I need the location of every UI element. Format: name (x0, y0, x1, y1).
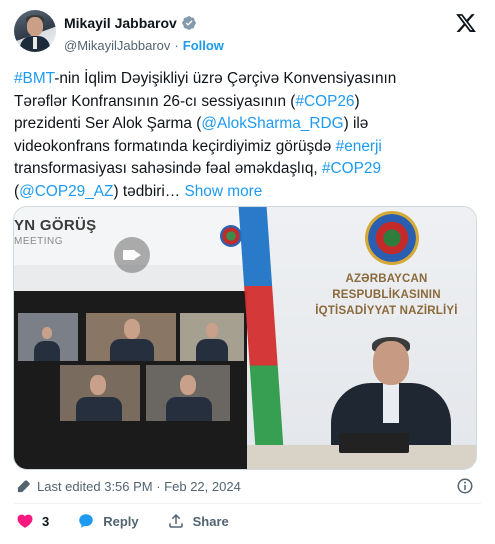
tweet-text-line: #BMT-nin İqlim Dəyişikliyi üzrə Çərçivə … (14, 68, 484, 91)
tweet-text-segment: transformasiyası sahəsində fəal əməkdaşl… (14, 160, 322, 178)
share-label: Share (192, 513, 229, 529)
tweet-text-segment: ) ilə (343, 115, 369, 133)
action-bar: 3 Reply Share (16, 512, 257, 530)
meeting-banner-subtitle: MEETING (14, 236, 64, 247)
minister-office-photo: AZƏRBAYCAN RESPUBLİKASININ İQTİSADİYYAT … (238, 207, 476, 469)
mention-link[interactable]: @COP29_AZ (19, 183, 113, 200)
like-count: 3 (42, 513, 50, 529)
heart-icon (17, 514, 33, 528)
author-display-name[interactable]: Mikayil Jabbarov (64, 15, 177, 31)
tweet-text-line: prezidenti Ser Alok Şarma (@AlokSharma_R… (14, 113, 484, 136)
x-logo-icon[interactable] (455, 12, 477, 34)
tweet-text-segment: prezidenti Ser Alok Şarma ( (14, 115, 202, 133)
tweet-media-image[interactable]: YN GÖRÜŞ MEETING AZƏRBAYCAN RESPUBLİKASI… (13, 206, 477, 470)
tweet-text-segment: ) (354, 92, 360, 110)
hashtag-link[interactable]: #enerji (336, 138, 382, 155)
share-icon (168, 513, 183, 528)
edited-info[interactable]: Last edited 3:56 PM · Feb 22, 2024 (16, 479, 241, 494)
verified-badge-icon (181, 16, 196, 30)
camera-icon (114, 237, 150, 273)
separator-dot: · (174, 38, 179, 53)
tweet-text-segment: ) tədbiri… (113, 182, 185, 200)
azerbaijan-emblem-icon (365, 211, 419, 265)
hashtag-link[interactable]: #COP29 (322, 160, 381, 177)
tweet-text-line: Tərəflər Konfransının 26-cı sessiyasının… (14, 91, 484, 114)
tweet-text-segment: videokonfrans formatında keçirdiyimiz gö… (14, 137, 336, 155)
author-name-row: Mikayil Jabbarov (64, 15, 197, 31)
pencil-icon (17, 480, 30, 493)
reply-label: Reply (103, 513, 139, 529)
mention-link[interactable]: @AlokSharma_RDG (201, 115, 343, 132)
edited-label: Last edited 3:56 PM · Feb 22, 2024 (37, 479, 241, 494)
hashtag-link[interactable]: #COP26 (295, 93, 354, 110)
hashtag-link[interactable]: #BMT (14, 70, 54, 87)
like-button[interactable]: 3 (16, 512, 49, 530)
ministry-line-2: İQTİSADİYYAT NAZİRLİYİ (315, 305, 458, 317)
tweet-text-line: videokonfrans formatında keçirdiyimiz gö… (14, 136, 484, 159)
tweet-text-segment: Tərəflər Konfransının 26-cı sessiyasının… (14, 92, 296, 110)
avatar[interactable] (14, 10, 56, 52)
show-more-link[interactable]: Show more (184, 183, 262, 200)
author-handle[interactable]: @MikayilJabbarov (64, 38, 170, 53)
tweet-text: #BMT-nin İqlim Dəyişikliyi üzrə Çərçivə … (14, 68, 484, 204)
info-icon[interactable] (456, 477, 474, 495)
video-grid (14, 291, 247, 469)
tweet-text-segment: -nin İqlim Dəyişikliyi üzrə Çərçivə Konv… (54, 70, 397, 87)
desk-monitor (339, 433, 409, 453)
tweet-card: Mikayil Jabbarov @MikayilJabbarov · Foll… (0, 0, 495, 544)
share-button[interactable]: Share (167, 512, 229, 530)
reply-button[interactable]: Reply (77, 512, 139, 530)
reply-icon (79, 514, 93, 528)
meeting-banner-title: YN GÖRÜŞ (14, 217, 97, 234)
emblem-small-icon (220, 225, 242, 247)
divider (14, 503, 481, 504)
video-call-screenshot: YN GÖRÜŞ MEETING (14, 207, 247, 469)
author-handle-row: @MikayilJabbarov · Follow (64, 38, 224, 53)
tweet-text-line: (@COP29_AZ) tədbiri… Show more (14, 181, 484, 204)
follow-button[interactable]: Follow (183, 38, 224, 53)
tweet-text-line: transformasiyası sahəsində fəal əməkdaşl… (14, 158, 484, 181)
ministry-line-1: AZƏRBAYCAN RESPUBLİKASININ (332, 273, 441, 301)
ministry-sign: AZƏRBAYCAN RESPUBLİKASININ İQTİSADİYYAT … (295, 271, 476, 319)
